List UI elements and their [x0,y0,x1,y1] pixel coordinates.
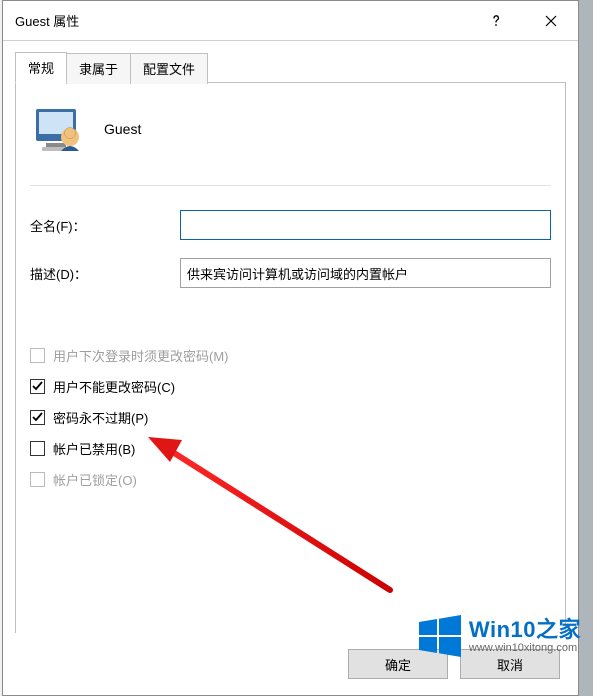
checkbox-account-disabled [30,441,45,456]
row-description: 描述(D)： [30,258,551,288]
check-cannot-change-label: 用户不能更改密码(C) [53,377,175,396]
description-input[interactable] [180,258,551,288]
user-name: Guest [104,121,141,137]
tab-general[interactable]: 常规 [15,52,67,83]
tab-profile[interactable]: 配置文件 [130,53,208,84]
watermark-url: www.win10xitong.com [469,643,581,654]
check-account-locked-label: 帐户已锁定(O) [53,470,137,489]
help-icon [489,14,503,28]
client-area: 常规 隶属于 配置文件 Guest [3,41,578,633]
user-icon [32,103,84,155]
tab-page-general: Guest 全名(F)： 描述(D)： 用户下次登录时须更改密码(M) [15,82,566,642]
check-must-change: 用户下次登录时须更改密码(M) [30,346,551,365]
dialog-window: Guest 属性 常规 隶属于 配置文件 [2,0,579,696]
user-header: Guest [30,103,551,155]
close-icon [545,15,557,27]
watermark-text: Win10之家 www.win10xitong.com [469,619,581,654]
separator [30,185,551,186]
fullname-input[interactable] [180,210,551,240]
row-fullname: 全名(F)： [30,210,551,240]
checkbox-must-change [30,348,45,363]
watermark-brand: Win10之家 [469,619,581,641]
windows-logo-icon [415,612,463,660]
check-never-expires[interactable]: 密码永不过期(P) [30,408,551,427]
check-cannot-change[interactable]: 用户不能更改密码(C) [30,377,551,396]
tab-member-of[interactable]: 隶属于 [66,53,131,84]
titlebar: Guest 属性 [3,1,578,41]
check-account-disabled-label: 帐户已禁用(B) [53,439,135,458]
checkbox-never-expires [30,410,45,425]
help-button[interactable] [468,1,523,41]
tab-strip: 常规 隶属于 配置文件 [15,51,566,82]
checkbox-account-locked [30,472,45,487]
checkbox-cannot-change [30,379,45,394]
check-never-expires-label: 密码永不过期(P) [53,408,148,427]
close-button[interactable] [523,1,578,41]
check-account-locked: 帐户已锁定(O) [30,470,551,489]
fullname-label: 全名(F)： [30,216,180,235]
outer-right-edge [579,0,593,696]
description-label: 描述(D)： [30,264,180,283]
check-account-disabled[interactable]: 帐户已禁用(B) [30,439,551,458]
check-must-change-label: 用户下次登录时须更改密码(M) [53,346,229,365]
window-title: Guest 属性 [15,11,468,30]
watermark: Win10之家 www.win10xitong.com [415,612,581,660]
